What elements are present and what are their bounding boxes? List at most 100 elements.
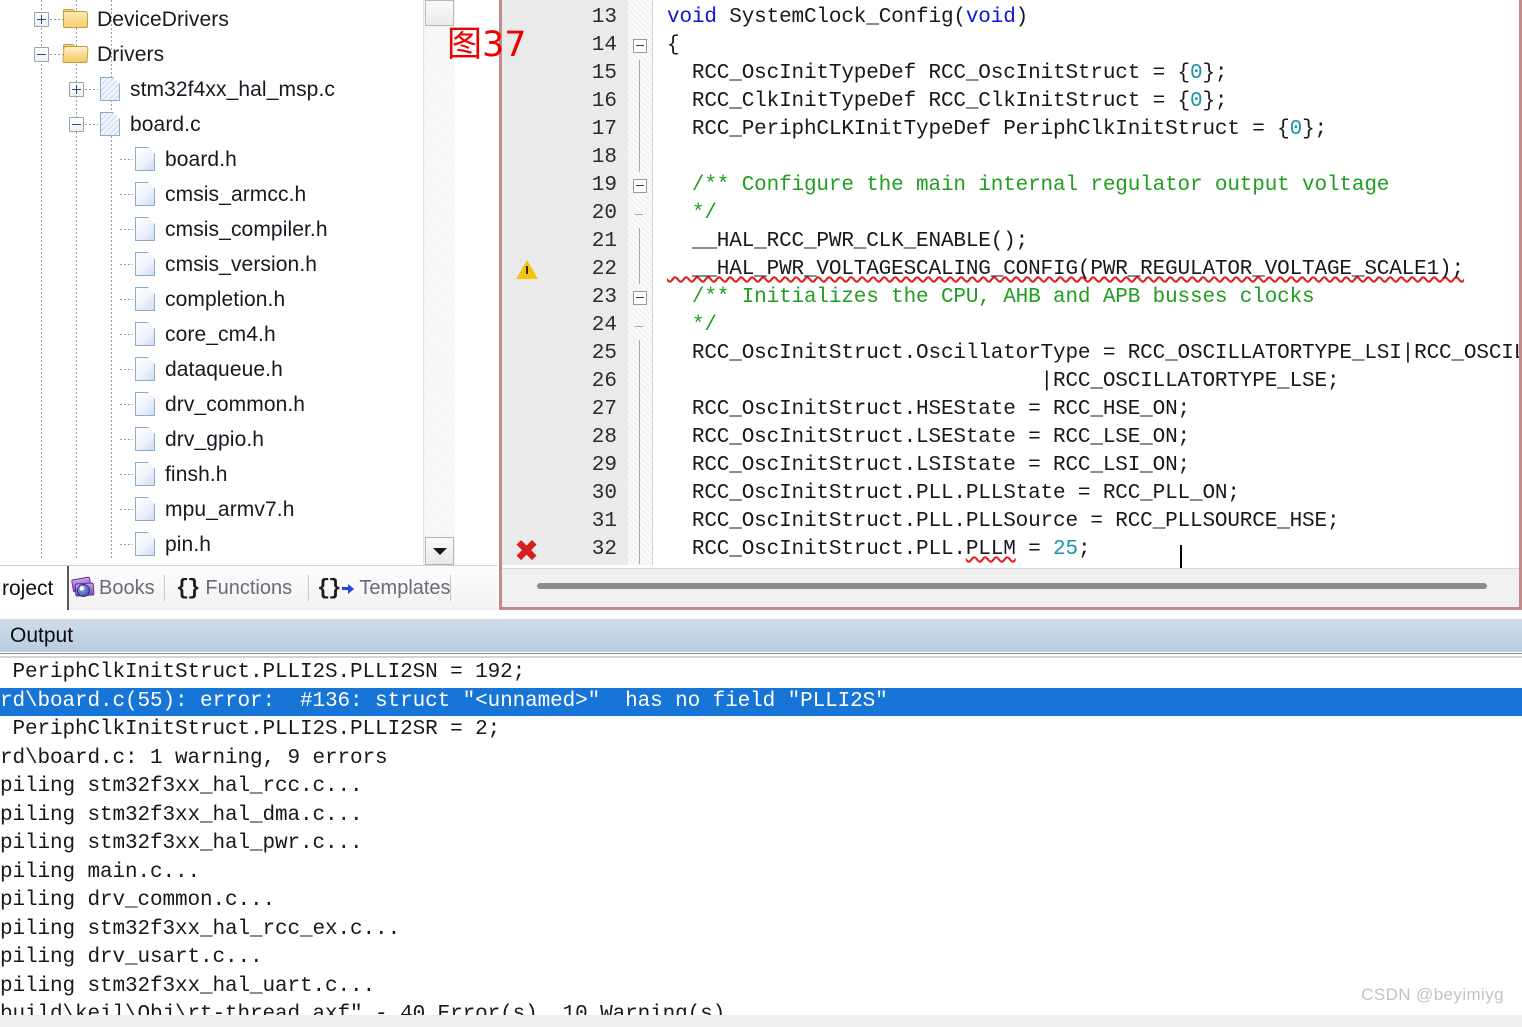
tree-item-cmsis-armcc-h[interactable]: cmsis_armcc.h	[0, 177, 455, 212]
tree-scroll-thumb[interactable]	[425, 0, 454, 26]
expand-icon[interactable]	[69, 82, 84, 97]
tree-item-board-c[interactable]: board.c	[0, 107, 455, 142]
code-text[interactable]: RCC_OscInitStruct.LSIState = RCC_LSI_ON;	[667, 452, 1190, 480]
tree-scroll-track[interactable]	[425, 28, 455, 535]
tab-project[interactable]: roject	[0, 566, 70, 611]
code-line[interactable]: 23 /** Initializes the CPU, AHB and APB …	[502, 284, 1519, 312]
code-text[interactable]: RCC_OscInitStruct.OscillatorType = RCC_O…	[667, 340, 1519, 368]
tree-connector	[120, 334, 133, 335]
tree-item-dataqueue-h[interactable]: dataqueue.h	[0, 352, 455, 387]
code-text[interactable]: RCC_OscInitStruct.LSEState = RCC_LSE_ON;	[667, 424, 1190, 452]
tree-item-devicedrivers[interactable]: DeviceDrivers	[0, 2, 455, 37]
tree-item-core-cm4-h[interactable]: core_cm4.h	[0, 317, 455, 352]
fold-collapse-icon[interactable]	[633, 39, 647, 53]
tree-item-completion-h[interactable]: completion.h	[0, 282, 455, 317]
tree-item-stm32f4xx-hal-msp-c[interactable]: stm32f4xx_hal_msp.c	[0, 72, 455, 107]
scroll-down-arrow-icon[interactable]	[425, 537, 454, 565]
code-text[interactable]: void SystemClock_Config(void)	[667, 4, 1028, 32]
code-line[interactable]: 25 RCC_OscInitStruct.OscillatorType = RC…	[502, 340, 1519, 368]
project-panel-tabbar[interactable]: roject Books {} Functions {} Templates	[0, 565, 497, 611]
code-line[interactable]: 14 {	[502, 32, 1519, 60]
code-line[interactable]: 19 /** Configure the main internal regul…	[502, 172, 1519, 200]
output-line[interactable]: piling main.c...	[0, 859, 1522, 888]
expand-icon[interactable]	[34, 12, 49, 27]
code-text[interactable]: __HAL_RCC_PWR_CLK_ENABLE();	[667, 228, 1028, 256]
output-line-selected[interactable]: rd\board.c(55): error: #136: struct "<un…	[0, 687, 1522, 716]
code-text[interactable]: /** Initializes the CPU, AHB and APB bus…	[667, 284, 1315, 312]
output-line[interactable]: piling drv_common.c...	[0, 887, 1522, 916]
fold-collapse-icon[interactable]	[633, 179, 647, 193]
output-line[interactable]: piling stm32f3xx_hal_dma.c...	[0, 802, 1522, 831]
code-line[interactable]: 16 RCC_ClkInitTypeDef RCC_ClkInitStruct …	[502, 88, 1519, 116]
code-editor-panel[interactable]: 13 void SystemClock_Config(void) 14 {15 RCC…	[499, 0, 1522, 610]
tab-templates[interactable]: {} Templates	[317, 566, 451, 610]
collapse-icon[interactable]	[69, 117, 84, 132]
code-text[interactable]: RCC_OscInitStruct.PLL.PLLM = 25;	[667, 536, 1091, 564]
code-line[interactable]: 24 */	[502, 312, 1519, 340]
tree-item-cmsis-compiler-h[interactable]: cmsis_compiler.h	[0, 212, 455, 247]
code-line[interactable]: 27 RCC_OscInitStruct.HSEState = RCC_HSE_…	[502, 396, 1519, 424]
editor-hscroll-thumb[interactable]	[537, 583, 1487, 589]
tree-connector	[120, 194, 133, 195]
c-file-icon	[100, 112, 120, 136]
tree-item-finsh-h[interactable]: finsh.h	[0, 457, 455, 492]
output-line[interactable]: piling stm32f3xx_hal_uart.c...	[0, 973, 1522, 1002]
project-tree[interactable]: DeviceDrivers Drivers stm32f4xx_hal_msp.c b…	[0, 0, 455, 562]
project-tree-panel[interactable]: DeviceDrivers Drivers stm32f4xx_hal_msp.c b…	[0, 0, 497, 565]
code-text[interactable]: __HAL_PWR_VOLTAGESCALING_CONFIG(PWR_REGU…	[667, 256, 1464, 284]
bottom-strip	[0, 1015, 1522, 1027]
output-line[interactable]: rd\board.c: 1 warning, 9 errors	[0, 745, 1522, 774]
tree-item-pin-h[interactable]: pin.h	[0, 527, 455, 562]
code-text[interactable]: */	[667, 312, 717, 340]
code-line[interactable]: 26 |RCC_OSCILLATORTYPE_LSE;	[502, 368, 1519, 396]
tree-item-drivers[interactable]: Drivers	[0, 37, 455, 72]
tree-item-label: cmsis_compiler.h	[165, 217, 328, 241]
tree-item-cmsis-version-h[interactable]: cmsis_version.h	[0, 247, 455, 282]
code-line[interactable]: 31 RCC_OscInitStruct.PLL.PLLSource = RCC…	[502, 508, 1519, 536]
code-line[interactable]: 18	[502, 144, 1519, 172]
fold-collapse-icon[interactable]	[633, 291, 647, 305]
output-log[interactable]: PeriphClkInitStruct.PLLI2S.PLLI2SN = 192…	[0, 659, 1522, 1027]
code-text[interactable]: RCC_OscInitStruct.HSEState = RCC_HSE_ON;	[667, 396, 1190, 424]
code-line[interactable]: 15 RCC_OscInitTypeDef RCC_OscInitStruct …	[502, 60, 1519, 88]
h-file-icon	[135, 497, 155, 521]
code-line[interactable]: 32 RCC_OscInitStruct.PLL.PLLM = 25;	[502, 536, 1519, 564]
output-line[interactable]: piling stm32f3xx_hal_pwr.c...	[0, 830, 1522, 859]
code-line[interactable]: 30 RCC_OscInitStruct.PLL.PLLState = RCC_…	[502, 480, 1519, 508]
code-line[interactable]: 22 __HAL_PWR_VOLTAGESCALING_CONFIG(PWR_R…	[502, 256, 1519, 284]
output-line[interactable]: piling stm32f3xx_hal_rcc_ex.c...	[0, 916, 1522, 945]
code-editor-surface[interactable]: 13 void SystemClock_Config(void) 14 {15 RCC…	[502, 0, 1519, 607]
code-text[interactable]: RCC_OscInitStruct.PLL.PLLState = RCC_PLL…	[667, 480, 1240, 508]
fold-bar	[639, 424, 640, 452]
collapse-icon[interactable]	[34, 47, 49, 62]
output-line[interactable]: PeriphClkInitStruct.PLLI2S.PLLI2SR = 2;	[0, 716, 1522, 745]
tree-item-drv-common-h[interactable]: drv_common.h	[0, 387, 455, 422]
output-line[interactable]: PeriphClkInitStruct.PLLI2S.PLLI2SN = 192…	[0, 659, 1522, 688]
output-panel[interactable]: Output PeriphClkInitStruct.PLLI2S.PLLI2S…	[0, 619, 1522, 1027]
tree-item-board-h[interactable]: board.h	[0, 142, 455, 177]
code-line[interactable]: 13 void SystemClock_Config(void)	[502, 4, 1519, 32]
code-text[interactable]: RCC_OscInitTypeDef RCC_OscInitStruct = {…	[667, 60, 1228, 88]
code-text[interactable]: |RCC_OSCILLATORTYPE_LSE;	[667, 368, 1340, 396]
code-text[interactable]: /** Configure the main internal regulato…	[667, 172, 1389, 200]
code-line[interactable]: 17 RCC_PeriphCLKInitTypeDef PeriphClkIni…	[502, 116, 1519, 144]
output-line[interactable]: piling stm32f3xx_hal_rcc.c...	[0, 773, 1522, 802]
line-number: 26	[591, 370, 617, 393]
tree-connector	[50, 54, 63, 55]
tree-vertical-scrollbar[interactable]	[423, 0, 455, 565]
tree-item-drv-gpio-h[interactable]: drv_gpio.h	[0, 422, 455, 457]
tree-item-mpu-armv7-h[interactable]: mpu_armv7.h	[0, 492, 455, 527]
code-text[interactable]: RCC_ClkInitTypeDef RCC_ClkInitStruct = {…	[667, 88, 1228, 116]
code-text[interactable]: {	[667, 32, 680, 60]
code-text[interactable]: RCC_PeriphCLKInitTypeDef PeriphClkInitSt…	[667, 116, 1327, 144]
output-line[interactable]: piling drv_usart.c...	[0, 944, 1522, 973]
code-text[interactable]: */	[667, 200, 717, 228]
editor-horizontal-scrollbar[interactable]	[502, 568, 1519, 607]
code-line[interactable]: 21 __HAL_RCC_PWR_CLK_ENABLE();	[502, 228, 1519, 256]
tab-books[interactable]: Books	[71, 566, 155, 610]
code-text[interactable]: RCC_OscInitStruct.PLL.PLLSource = RCC_PL…	[667, 508, 1340, 536]
tab-functions[interactable]: {} Functions	[176, 566, 292, 610]
code-line[interactable]: 29 RCC_OscInitStruct.LSIState = RCC_LSI_…	[502, 452, 1519, 480]
code-line[interactable]: 28 RCC_OscInitStruct.LSEState = RCC_LSE_…	[502, 424, 1519, 452]
code-line[interactable]: 20 */	[502, 200, 1519, 228]
